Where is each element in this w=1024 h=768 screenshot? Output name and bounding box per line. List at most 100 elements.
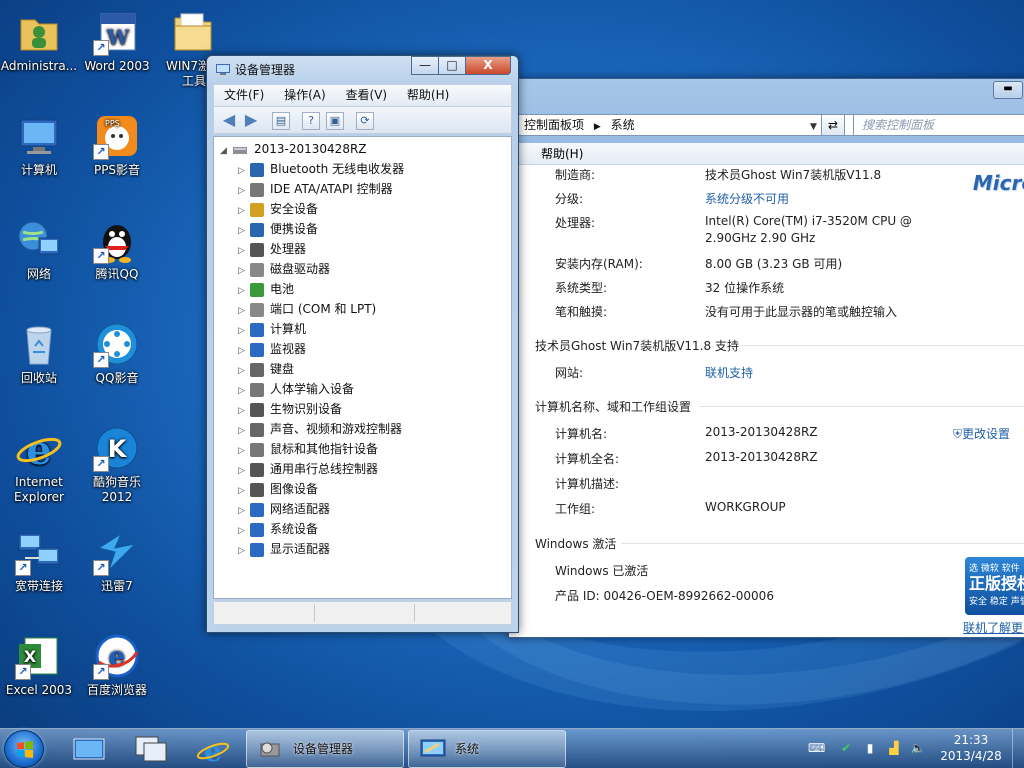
keyboard-icon[interactable]: ⌨	[808, 741, 825, 757]
expand-icon[interactable]: ▷	[238, 321, 250, 341]
clock[interactable]: 21:33 2013/4/28	[938, 732, 1004, 764]
device-category[interactable]: ▷ IDE ATA/ATAPI 控制器	[238, 179, 393, 199]
desktop-icon-excel[interactable]: X ↗ Excel 2003	[0, 632, 78, 698]
forward-button[interactable]: ▶	[242, 112, 260, 130]
desktop-icon-thunder[interactable]: ↗ 迅雷7	[78, 528, 156, 594]
expand-icon[interactable]: ▷	[238, 221, 250, 241]
device-category[interactable]: ▷ 系统设备	[238, 519, 318, 539]
refresh-button[interactable]: ⇄	[821, 114, 845, 136]
battery-icon[interactable]: ▮	[862, 741, 878, 757]
show-hide-tree-icon[interactable]: ▤	[272, 112, 290, 130]
menu-view[interactable]: 查看(V)	[346, 88, 388, 102]
expand-icon[interactable]: ▷	[238, 521, 250, 541]
device-category[interactable]: ▷ 监视器	[238, 339, 306, 359]
device-category[interactable]: ▷ 网络适配器	[238, 499, 330, 519]
expand-icon[interactable]: ▷	[238, 341, 250, 361]
expand-icon[interactable]: ▷	[238, 541, 250, 561]
shortcut-arrow-icon: ↗	[93, 560, 109, 576]
expand-icon[interactable]: ▷	[238, 361, 250, 381]
close-button[interactable]: X	[465, 56, 511, 75]
expand-icon[interactable]: ▷	[238, 181, 250, 201]
breadcrumb-control-panel[interactable]: 控制面板项	[524, 118, 584, 132]
volume-icon[interactable]: 🔈	[910, 741, 926, 757]
expand-icon[interactable]: ▷	[238, 281, 250, 301]
expand-icon[interactable]: ▷	[238, 441, 250, 461]
tree-root[interactable]: ◢ 2013-20130428RZ	[220, 139, 367, 159]
taskbar-device-manager[interactable]: 设备管理器	[246, 730, 404, 768]
learn-more-link[interactable]: 联机了解更多	[963, 619, 1024, 636]
expand-icon[interactable]: ▷	[238, 461, 250, 481]
desktop-icon-baidu-browser[interactable]: e ↗ 百度浏览器	[78, 632, 156, 698]
device-category[interactable]: ▷ 通用串行总线控制器	[238, 459, 378, 479]
device-category[interactable]: ▷ 人体学输入设备	[238, 379, 354, 399]
ie-icon[interactable]: e	[196, 733, 230, 765]
minimize-button[interactable]: —	[411, 56, 439, 75]
menu-help[interactable]: 帮助(H)	[407, 88, 449, 102]
device-category[interactable]: ▷ 便携设备	[238, 219, 318, 239]
device-category-label: 电池	[270, 282, 295, 296]
change-settings-link[interactable]: ⛨更改设置	[953, 425, 1010, 442]
expand-icon[interactable]: ▷	[238, 501, 250, 521]
desktop-icon-pps[interactable]: PPS ↗ PPS影音	[78, 112, 156, 178]
expand-icon[interactable]: ▷	[238, 381, 250, 401]
address-bar[interactable]: 控制面板项 ▶ 系统 ▼	[515, 114, 855, 136]
expand-icon[interactable]: ▷	[238, 481, 250, 501]
device-category[interactable]: ▷ 显示适配器	[238, 539, 330, 559]
device-category[interactable]: ▷ 键盘	[238, 359, 294, 379]
device-category[interactable]: ▷ 生物识别设备	[238, 399, 342, 419]
properties-icon[interactable]: ▣	[326, 112, 344, 130]
menu-help[interactable]: 帮助(H)	[541, 147, 583, 161]
desktop-icon-word[interactable]: W ↗ Word 2003	[78, 8, 156, 74]
menu-action[interactable]: 操作(A)	[284, 88, 326, 102]
device-category[interactable]: ▷ 图像设备	[238, 479, 318, 499]
device-category[interactable]: ▷ 电池	[238, 279, 294, 299]
genuine-badge[interactable]: 选 微软 软件 正版授权 安全 稳定 声誉	[965, 557, 1024, 615]
device-category[interactable]: ▷ 安全设备	[238, 199, 318, 219]
menu-file[interactable]: 文件(F)	[224, 88, 264, 102]
show-desktop-button[interactable]	[1012, 729, 1024, 768]
desktop-icon-kugou[interactable]: K ↗ 酷狗音乐2012	[78, 424, 156, 505]
desktop-icon-qqplayer[interactable]: ↗ QQ影音	[78, 320, 156, 386]
device-category[interactable]: ▷ 计算机	[238, 319, 306, 339]
desktop-icon-ie[interactable]: e Internet Explorer	[0, 424, 78, 505]
desktop-icon-broadband[interactable]: ↗ 宽带连接	[0, 528, 78, 594]
action-center-icon[interactable]: ✔	[838, 741, 854, 757]
desktop-icon-computer[interactable]: 计算机	[0, 112, 78, 178]
expand-icon[interactable]: ▷	[238, 201, 250, 221]
desktop-icon-administrator[interactable]: Administra...	[0, 8, 78, 74]
start-button[interactable]	[4, 730, 44, 768]
device-category[interactable]: ▷ 声音、视频和游戏控制器	[238, 419, 402, 439]
system-window[interactable]: ▬ 控制面板项 ▶ 系统 ▼ ⇄ 搜索控制面板 帮助(H) Micros 制造商…	[508, 78, 1024, 638]
back-button[interactable]: ◀	[220, 112, 238, 130]
desktop-icon-network[interactable]: 网络	[0, 216, 78, 282]
rating-link[interactable]: 系统分级不可用	[705, 190, 789, 207]
show-desktop-quicklaunch-icon[interactable]	[72, 733, 106, 765]
desktop-icon-qq[interactable]: ↗ 腾讯QQ	[78, 216, 156, 282]
breadcrumb-system[interactable]: 系统	[611, 118, 635, 132]
expand-icon[interactable]: ▷	[238, 161, 250, 181]
device-category[interactable]: ▷ 鼠标和其他指针设备	[238, 439, 378, 459]
network-signal-icon[interactable]: ▟	[886, 741, 902, 757]
expand-icon[interactable]: ▷	[238, 421, 250, 441]
scan-hardware-icon[interactable]: ⟳	[356, 112, 374, 130]
expand-icon[interactable]: ▷	[238, 261, 250, 281]
device-manager-window[interactable]: 设备管理器 — □ X 文件(F) 操作(A) 查看(V) 帮助(H) ◀ ▶ …	[206, 55, 519, 633]
expand-icon[interactable]: ▷	[238, 401, 250, 421]
device-category[interactable]: ▷ Bluetooth 无线电收发器	[238, 159, 404, 179]
taskbar-system[interactable]: 系统	[408, 730, 566, 768]
switch-windows-icon[interactable]	[134, 733, 168, 765]
desktop-icon-recycle-bin[interactable]: 回收站	[0, 320, 78, 386]
collapse-icon[interactable]: ◢	[220, 141, 232, 161]
expand-icon[interactable]: ▷	[238, 241, 250, 261]
device-category[interactable]: ▷ 磁盘驱动器	[238, 259, 330, 279]
maximize-button[interactable]: □	[438, 56, 466, 75]
help-icon[interactable]: ?	[302, 112, 320, 130]
device-category[interactable]: ▷ 端口 (COM 和 LPT)	[238, 299, 376, 319]
device-category[interactable]: ▷ 处理器	[238, 239, 306, 259]
shortcut-arrow-icon: ↗	[93, 248, 109, 264]
search-input[interactable]: 搜索控制面板	[853, 114, 1024, 136]
expand-icon[interactable]: ▷	[238, 301, 250, 321]
system-minimize-button[interactable]: ▬	[993, 81, 1023, 99]
online-support-link[interactable]: 联机支持	[705, 364, 753, 381]
desktop-icon-label: Internet Explorer	[14, 475, 64, 504]
